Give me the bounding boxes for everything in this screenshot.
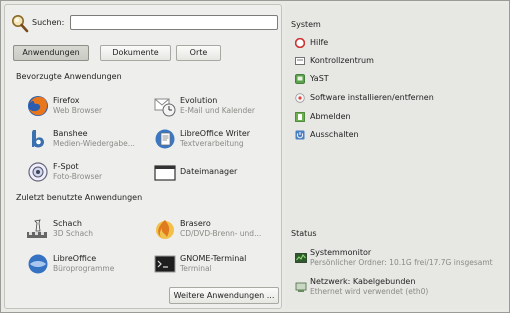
evolution-icon	[154, 98, 176, 117]
status-item-desc: Persönlicher Ordner: 10.1G frei/17.7G in…	[310, 258, 493, 267]
app-name: Dateimanager	[180, 167, 238, 176]
right-panel: System Hilfe Kontrollzentrum YaST Softwa…	[285, 4, 508, 309]
main-menu-window: Suchen: Anwendungen Dokumente Orte Bevor…	[0, 0, 510, 313]
firefox-icon	[28, 96, 48, 116]
app-banshee[interactable]: Banshee Medien-Wiedergabe...	[26, 126, 156, 152]
app-firefox[interactable]: Firefox Web Browser	[26, 93, 156, 119]
app-brasero[interactable]: Brasero CD/DVD-Brenn- und...	[153, 216, 283, 242]
app-desc: Textverarbeitung	[180, 139, 244, 148]
system-title: System	[291, 20, 321, 29]
tab-places[interactable]: Orte	[176, 45, 221, 61]
app-desc: 3D Schach	[53, 229, 94, 238]
system-item-label: Kontrollzentrum	[310, 56, 374, 65]
system-item-label: Hilfe	[310, 38, 329, 47]
app-name: GNOME-Terminal	[180, 254, 247, 263]
system-item-label: Ausschalten	[310, 130, 359, 139]
system-monitor-icon	[295, 253, 307, 263]
app-fspot[interactable]: F-Spot Foto-Browser	[26, 159, 156, 185]
category-tabs: Anwendungen Dokumente Orte	[13, 45, 281, 61]
app-name: Firefox	[53, 96, 80, 105]
status-item-name: Netzwerk: Kabelgebunden	[310, 277, 416, 286]
recent-title: Zuletzt benutzte Anwendungen	[16, 193, 143, 202]
status-item-network[interactable]: Netzwerk: Kabelgebunden Ethernet wird ve…	[291, 277, 507, 299]
system-item-logout[interactable]: Abmelden	[291, 111, 501, 123]
app-evolution[interactable]: Evolution E-Mail und Kalender	[153, 93, 283, 119]
app-desc: Web Browser	[53, 106, 103, 115]
chess-icon	[27, 219, 47, 238]
status-item-desc: Ethernet wird verwendet (eth0)	[310, 287, 429, 296]
brasero-icon	[156, 220, 174, 239]
system-item-yast[interactable]: YaST	[291, 73, 501, 85]
app-desc: E-Mail und Kalender	[180, 106, 256, 115]
app-name: Schach	[53, 219, 82, 228]
app-gnome-terminal[interactable]: GNOME-Terminal Terminal	[153, 251, 283, 277]
status-item-system-monitor[interactable]: Systemmonitor Persönlicher Ordner: 10.1G…	[291, 248, 507, 270]
app-desc: Büroprogramme	[53, 264, 115, 273]
help-icon	[295, 38, 305, 48]
app-libreoffice[interactable]: LibreOffice Büroprogramme	[26, 251, 156, 277]
writer-icon	[155, 129, 175, 149]
search-label: Suchen:	[32, 18, 65, 27]
power-icon	[295, 130, 305, 140]
system-item-help[interactable]: Hilfe	[291, 37, 501, 49]
app-desc: Medien-Wiedergabe...	[53, 139, 135, 148]
logout-icon	[295, 112, 305, 122]
favorites-title: Bevorzugte Anwendungen	[16, 72, 122, 81]
search-input[interactable]	[70, 15, 278, 30]
app-desc: Foto-Browser	[53, 172, 103, 181]
yast-icon	[295, 74, 305, 84]
app-name: F-Spot	[53, 162, 79, 171]
tab-applications[interactable]: Anwendungen	[13, 45, 89, 61]
tab-documents[interactable]: Dokumente	[100, 45, 171, 61]
fspot-icon	[28, 162, 48, 182]
status-title: Status	[291, 229, 317, 238]
app-name: Banshee	[53, 129, 88, 138]
app-file-manager[interactable]: Dateimanager	[153, 159, 283, 185]
system-item-power[interactable]: Ausschalten	[291, 129, 501, 141]
network-icon	[295, 282, 307, 292]
status-item-name: Systemmonitor	[310, 248, 372, 257]
control-center-icon	[295, 57, 305, 65]
app-name: LibreOffice Writer	[180, 129, 251, 138]
app-chess[interactable]: Schach 3D Schach	[26, 216, 156, 242]
system-item-software[interactable]: Software installieren/entfernen	[291, 92, 501, 104]
app-desc: Terminal	[180, 264, 212, 273]
software-icon	[295, 93, 305, 103]
system-item-label: YaST	[310, 74, 329, 83]
file-manager-icon	[154, 165, 176, 181]
banshee-icon	[32, 130, 44, 148]
more-applications-button[interactable]: Weitere Anwendungen ...	[169, 287, 279, 304]
app-name: LibreOffice	[53, 254, 97, 263]
search-icon	[12, 15, 29, 33]
libreoffice-icon	[28, 254, 48, 274]
app-name: Brasero	[180, 219, 211, 228]
search-row: Suchen:	[11, 13, 279, 33]
app-name: Evolution	[180, 96, 218, 105]
terminal-icon	[154, 255, 176, 273]
system-item-label: Abmelden	[310, 112, 351, 121]
app-desc: CD/DVD-Brenn- und...	[180, 229, 262, 238]
system-item-control-center[interactable]: Kontrollzentrum	[291, 55, 501, 67]
app-libreoffice-writer[interactable]: LibreOffice Writer Textverarbeitung	[153, 126, 283, 152]
system-item-label: Software installieren/entfernen	[310, 93, 434, 102]
left-panel: Suchen: Anwendungen Dokumente Orte Bevor…	[4, 4, 282, 309]
